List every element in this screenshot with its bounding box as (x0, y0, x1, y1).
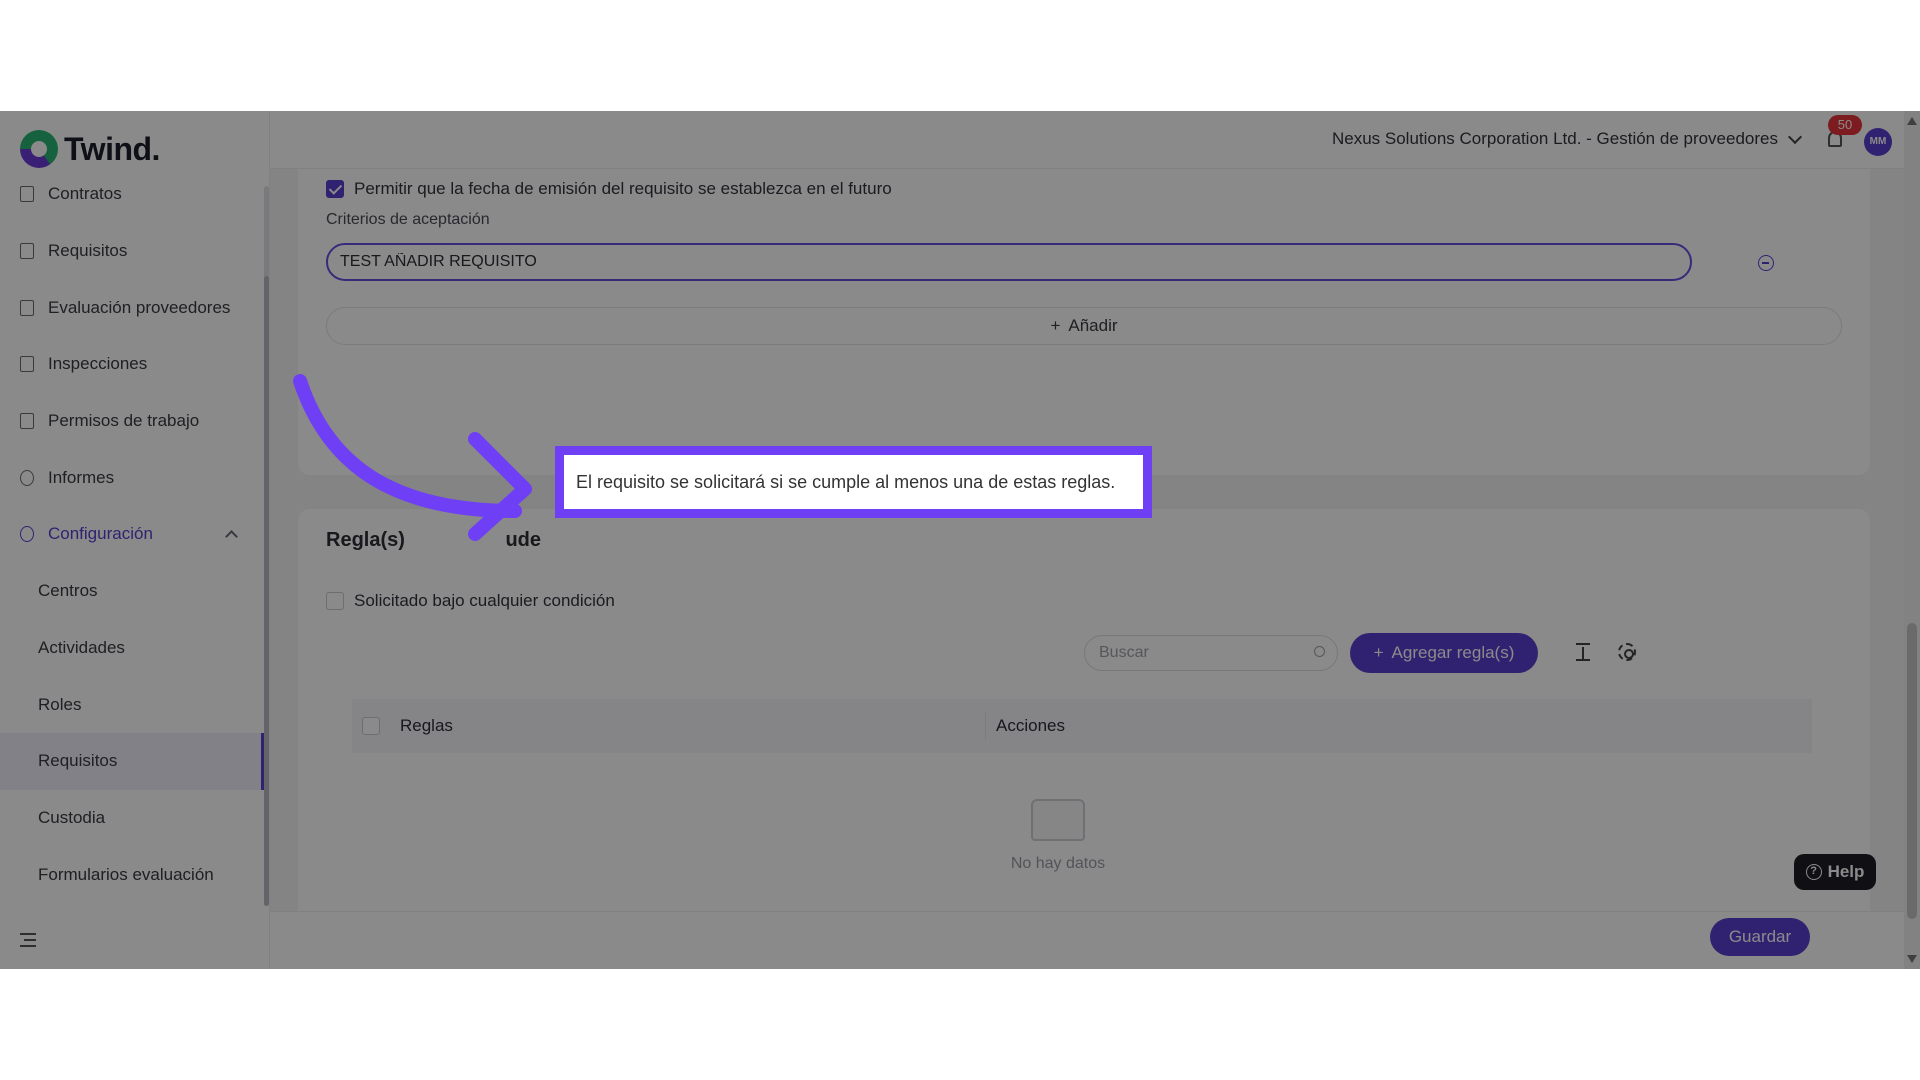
empty-state: No hay datos (998, 799, 1118, 873)
sidebar-subitem-label: Centros (38, 581, 98, 601)
sidebar-item-configuracion[interactable]: Configuración (0, 506, 264, 563)
sidebar-subitem-label: Formularios evaluación (38, 864, 214, 884)
footer-bar: Guardar (270, 911, 1910, 969)
future-date-label: Permitir que la fecha de emisión del req… (354, 179, 892, 198)
sidebar-nav: Contratos Requisitos Evaluación proveedo… (0, 166, 264, 903)
sidebar-item-informes[interactable]: Informes (0, 449, 264, 506)
plus-icon: + (1050, 316, 1061, 335)
tooltip-text: El requisito se solicitará si se cumple … (576, 471, 1116, 492)
add-criteria-button[interactable]: + Añadir (326, 307, 1842, 345)
sidebar-subitem-label: Actividades (38, 637, 125, 657)
sidebar-subitem-formularios[interactable]: Formularios evaluación (0, 846, 264, 903)
top-header: Nexus Solutions Corporation Ltd. - Gesti… (270, 111, 1910, 169)
column-header-label: Acciones (996, 716, 1065, 735)
tooltip-callout: El requisito se solicitará si se cumple … (555, 446, 1152, 518)
scrollbar-thumb[interactable] (1907, 623, 1917, 919)
sidebar-item-label: Informes (48, 467, 115, 487)
sidebar-subitem-label: Custodia (38, 807, 106, 827)
sidebar-item-requisitos[interactable]: Requisitos (0, 223, 264, 280)
logo-mark-icon (20, 130, 58, 168)
scroll-down-icon[interactable] (1907, 955, 1917, 963)
select-all-checkbox[interactable] (362, 717, 380, 735)
notification-badge: 50 (1828, 115, 1862, 135)
gear-icon (20, 526, 34, 543)
app-window: Twind. Contratos Requisitos Evaluación p… (0, 111, 1920, 969)
column-header-reglas: Reglas (352, 712, 986, 740)
column-header-acciones: Acciones (986, 716, 1065, 736)
criteria-label: Criterios de aceptación (326, 211, 490, 228)
any-condition-row[interactable]: Solicitado bajo cualquier condición (326, 591, 615, 611)
search-placeholder: Buscar (1099, 644, 1149, 661)
sidebar-subitem-centros[interactable]: Centros (0, 563, 264, 620)
chevron-down-icon (1787, 129, 1803, 144)
sidebar: Twind. Contratos Requisitos Evaluación p… (0, 111, 270, 969)
question-icon: ? (1805, 864, 1822, 880)
any-condition-checkbox[interactable] (326, 592, 344, 610)
shield-icon (20, 299, 34, 316)
sidebar-subitem-roles[interactable]: Roles (0, 676, 264, 733)
future-date-checkbox[interactable] (326, 180, 344, 198)
save-button[interactable]: Guardar (1710, 918, 1810, 956)
sidebar-subitem-custodia[interactable]: Custodia (0, 790, 264, 847)
inbox-icon (1031, 799, 1085, 841)
row-height-icon[interactable] (1576, 643, 1590, 661)
sidebar-subitem-actividades[interactable]: Actividades (0, 620, 264, 677)
sidebar-item-inspecciones[interactable]: Inspecciones (0, 336, 264, 393)
logo-text: Twind. (64, 130, 160, 167)
help-label: Help (1827, 862, 1865, 881)
rules-table-header: Reglas Acciones (352, 699, 1812, 753)
avatar[interactable]: MM (1864, 128, 1892, 156)
inspection-icon (20, 356, 34, 373)
criteria-input[interactable] (326, 243, 1692, 281)
sidebar-item-contratos[interactable]: Contratos (0, 166, 264, 223)
any-condition-label: Solicitado bajo cualquier condición (354, 591, 615, 610)
document-icon (20, 243, 34, 260)
remove-criteria-icon[interactable] (1758, 255, 1774, 271)
search-input[interactable]: Buscar (1084, 635, 1338, 671)
logo[interactable]: Twind. (20, 129, 160, 169)
sidebar-item-label: Permisos de trabajo (48, 411, 200, 431)
arrow-icon (293, 374, 532, 541)
sidebar-item-permisos[interactable]: Permisos de trabajo (0, 393, 264, 450)
scroll-up-icon[interactable] (1907, 117, 1917, 125)
shield-icon (20, 413, 34, 430)
sidebar-item-label: Inspecciones (48, 354, 148, 374)
help-button[interactable]: ? Help (1794, 854, 1876, 890)
sidebar-item-label: Evaluación proveedores (48, 297, 231, 317)
sidebar-scrollbar-thumb[interactable] (264, 276, 269, 906)
column-header-label: Reglas (400, 716, 453, 735)
sidebar-subitem-label: Roles (38, 694, 82, 714)
sidebar-subitem-requisitos[interactable]: Requisitos (0, 732, 264, 790)
future-date-row[interactable]: Permitir que la fecha de emisión del req… (326, 179, 892, 199)
add-rule-button[interactable]: + Agregar regla(s) (1350, 633, 1538, 673)
page-scrollbar[interactable] (1904, 111, 1920, 969)
sidebar-item-evaluacion[interactable]: Evaluación proveedores (0, 279, 264, 336)
org-selector[interactable]: Nexus Solutions Corporation Ltd. - Gesti… (1331, 129, 1803, 149)
rules-card: Regla(s) ude Solicitado bajo cualquier c… (298, 509, 1870, 911)
chart-icon (20, 469, 34, 486)
org-selector-label: Nexus Solutions Corporation Ltd. - Gesti… (1331, 129, 1778, 148)
sidebar-item-label: Requisitos (48, 241, 128, 261)
add-criteria-label: Añadir (1068, 316, 1118, 335)
collapse-menu-icon[interactable] (20, 933, 36, 947)
empty-state-text: No hay datos (1010, 855, 1106, 872)
search-icon (1314, 646, 1325, 657)
sidebar-item-label: Configuración (48, 524, 153, 544)
contract-icon (20, 186, 34, 203)
add-rule-label: Agregar regla(s) (1391, 643, 1515, 662)
gear-icon[interactable] (1618, 643, 1636, 661)
chevron-up-icon (225, 530, 238, 543)
sidebar-subitem-label: Requisitos (38, 751, 118, 771)
sidebar-item-label: Contratos (48, 184, 122, 204)
plus-icon: + (1373, 643, 1384, 662)
